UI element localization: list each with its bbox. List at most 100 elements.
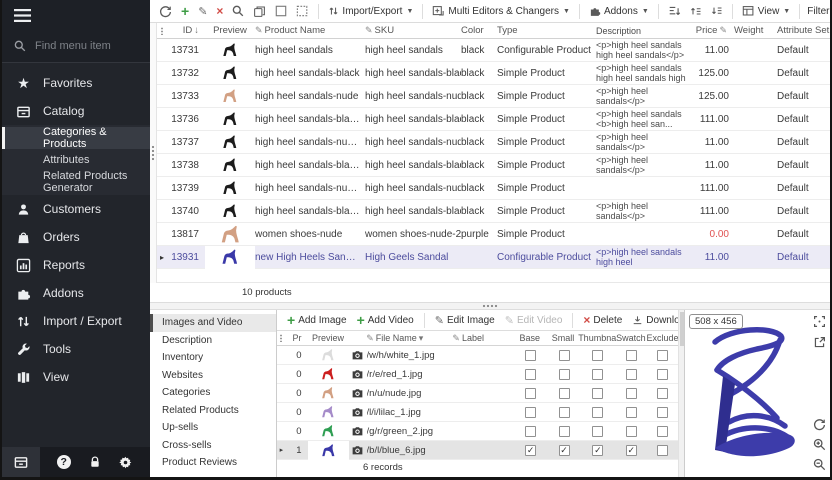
delete-product-button[interactable]: × [214, 3, 225, 19]
col-id[interactable]: ID↓ [167, 25, 205, 36]
zoom-in-icon[interactable] [813, 438, 826, 451]
col-small[interactable]: Small [546, 333, 579, 343]
base-checkbox[interactable] [525, 388, 536, 399]
tab-description[interactable]: Description [150, 332, 276, 350]
col-file-name[interactable]: ✎File Name▾ [366, 333, 452, 344]
image-row[interactable]: 0 /r/e/red_1.jpg [277, 365, 678, 384]
product-row[interactable]: 13739 high heel sandals-nude-37 high hee… [157, 177, 830, 200]
product-row[interactable]: 13738 high heel sandals-black-37 high he… [157, 154, 830, 177]
select-none-button[interactable] [294, 3, 311, 19]
col-description[interactable]: Description [596, 26, 693, 36]
move-down-button[interactable] [709, 3, 725, 19]
sidebar-item-customers[interactable]: Customers [2, 195, 150, 223]
col-thumbnail[interactable]: Thumbna [580, 333, 615, 343]
fullscreen-icon[interactable] [813, 315, 826, 328]
search-products-button[interactable] [230, 3, 246, 19]
product-row-selected[interactable]: 13931 new High Heels Sandals High Geels … [157, 246, 830, 269]
sidebar-item-orders[interactable]: Orders [2, 223, 150, 251]
row-expander[interactable] [277, 446, 286, 454]
sidebar-item-tools[interactable]: Tools [2, 335, 150, 363]
col-swatch[interactable]: Swatch [615, 333, 647, 343]
gear-icon[interactable] [118, 455, 133, 470]
col-preview[interactable]: Preview [205, 25, 255, 36]
hamburger-menu-icon[interactable] [14, 9, 31, 22]
image-row[interactable]: 0 /n/u/nude.jpg [277, 384, 678, 403]
open-external-icon[interactable] [813, 336, 826, 349]
product-row[interactable]: 13733 high heel sandals-nude high heel s… [157, 85, 830, 108]
horizontal-splitter[interactable] [150, 303, 830, 310]
product-row[interactable]: 13740 high heel sandals-black-38 high he… [157, 200, 830, 223]
sidebar-item-attributes[interactable]: Attributes [2, 149, 150, 171]
add-product-button[interactable]: + [179, 3, 191, 19]
col-price[interactable]: Price✎ [693, 25, 734, 36]
base-checkbox[interactable] [525, 369, 536, 380]
image-row-selected[interactable]: 1 /b/l/blue_6.jpg [277, 441, 678, 460]
product-row[interactable]: 13732 high heel sandals-black high heel … [157, 62, 830, 85]
tab-inventory[interactable]: Inventory [150, 349, 276, 367]
small-checkbox[interactable] [559, 350, 570, 361]
col-label[interactable]: ✎Label [452, 333, 513, 344]
product-row[interactable]: 13817 women shoes-nude women shoes-nude-… [157, 223, 830, 246]
sidebar-item-favorites[interactable]: ★ Favorites [2, 69, 150, 97]
thumbnail-checkbox[interactable] [592, 445, 603, 456]
rotate-icon[interactable] [813, 418, 826, 431]
sidebar-item-catalog[interactable]: Catalog [2, 97, 150, 125]
small-checkbox[interactable] [559, 388, 570, 399]
small-checkbox[interactable] [559, 426, 570, 437]
small-checkbox[interactable] [559, 407, 570, 418]
addons-button[interactable]: Addons▼ [587, 3, 651, 19]
swatch-checkbox[interactable] [626, 445, 637, 456]
col-position[interactable]: Pr [286, 333, 308, 343]
image-row[interactable]: 0 /g/r/green_2.jpg [277, 422, 678, 441]
help-icon[interactable]: ? [57, 455, 71, 469]
edit-product-button[interactable]: ✎ [196, 3, 209, 20]
thumbnail-checkbox[interactable] [592, 407, 603, 418]
swatch-checkbox[interactable] [626, 407, 637, 418]
sort-az-button[interactable] [666, 3, 683, 19]
small-checkbox[interactable] [559, 369, 570, 380]
col-preview[interactable]: Preview [307, 333, 348, 343]
exclude-checkbox[interactable] [657, 426, 668, 437]
exclude-checkbox[interactable] [657, 407, 668, 418]
col-exclude[interactable]: Exclude [647, 333, 678, 343]
col-product-name[interactable]: ✎Product Name [255, 25, 365, 36]
import-export-button[interactable]: Import/Export▼ [326, 3, 415, 19]
product-row[interactable]: 13731 high heel sandals high heel sandal… [157, 39, 830, 62]
download-image-button[interactable]: Download Image [630, 313, 678, 328]
delete-image-button[interactable]: ×Delete [581, 312, 624, 328]
sidebar-item-related-products-generator[interactable]: Related Products Generator [2, 171, 150, 193]
thumbnail-checkbox[interactable] [592, 369, 603, 380]
edit-image-button[interactable]: ✎Edit Image [433, 312, 497, 329]
category-panel-splitter[interactable] [150, 23, 157, 283]
zoom-out-icon[interactable] [813, 458, 826, 471]
refresh-button[interactable] [157, 3, 174, 20]
sidebar-item-addons[interactable]: Addons [2, 279, 150, 307]
exclude-checkbox[interactable] [657, 388, 668, 399]
grid-options-icon[interactable] [277, 334, 286, 342]
col-base[interactable]: Base [513, 333, 546, 343]
select-button[interactable] [273, 3, 289, 19]
thumbnail-checkbox[interactable] [592, 426, 603, 437]
col-weight[interactable]: Weight [734, 25, 767, 36]
col-color[interactable]: Color [461, 25, 497, 36]
swatch-checkbox[interactable] [626, 350, 637, 361]
tab-websites[interactable]: Websites [150, 367, 276, 385]
base-checkbox[interactable] [525, 445, 536, 456]
col-sku[interactable]: ✎SKU [365, 25, 461, 36]
base-checkbox[interactable] [525, 407, 536, 418]
grid-options-icon[interactable] [157, 27, 167, 35]
exclude-checkbox[interactable] [657, 445, 668, 456]
lock-icon[interactable] [88, 455, 102, 469]
multi-editors-button[interactable]: Multi Editors & Changers▼ [430, 3, 572, 19]
col-attribute-set[interactable]: Attribute Set Name [767, 25, 830, 36]
menu-search-input[interactable] [33, 39, 133, 53]
small-checkbox[interactable] [559, 445, 570, 456]
product-row[interactable]: 13737 high heel sandals-nude-36 high hee… [157, 131, 830, 154]
add-video-button[interactable]: +Add Video [355, 312, 416, 328]
base-checkbox[interactable] [525, 350, 536, 361]
col-type[interactable]: Type [497, 25, 596, 36]
add-image-button[interactable]: +Add Image [285, 312, 349, 328]
exclude-checkbox[interactable] [657, 350, 668, 361]
product-row[interactable]: 13736 high heel sandals-black-36 high he… [157, 108, 830, 131]
thumbnail-checkbox[interactable] [592, 350, 603, 361]
